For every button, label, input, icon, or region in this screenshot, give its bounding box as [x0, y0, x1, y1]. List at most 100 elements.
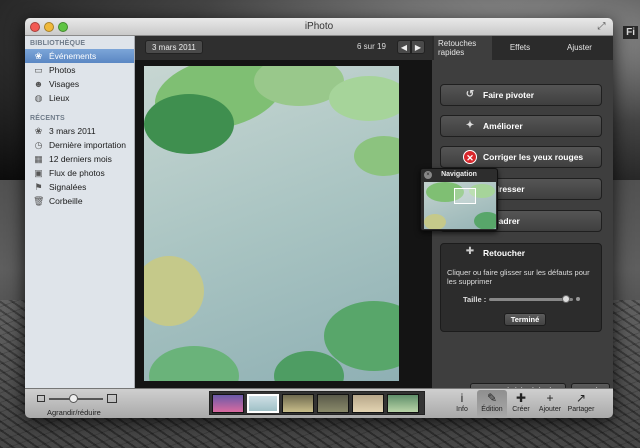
rotate-button-label: Faire pivoter — [483, 90, 535, 100]
red-eye-icon: ✕ — [463, 150, 477, 164]
recent-section-header: RÉCENTS — [30, 115, 65, 122]
share-label: Partager — [567, 406, 595, 413]
navigation-popup[interactable]: × Navigation — [420, 168, 498, 231]
brush-size-slider-knob[interactable] — [562, 295, 571, 303]
filmstrip — [209, 391, 425, 415]
share-button[interactable]: ↗ Partager — [566, 390, 596, 418]
sidebar-item-label: Dernière importation — [49, 140, 127, 150]
lily-pad — [329, 76, 399, 121]
lily-pad — [474, 212, 496, 229]
title-bar: iPhoto ⤢ — [25, 18, 613, 36]
lily-pad — [149, 346, 239, 381]
tab-effects[interactable]: Effets — [494, 36, 546, 60]
sidebar-item-photos[interactable]: ▭ Photos — [25, 63, 134, 77]
filmstrip-thumbnail[interactable] — [282, 394, 314, 413]
zoom-out-icon[interactable] — [37, 395, 45, 402]
red-eye-button[interactable]: ✕ Corriger les yeux rouges — [440, 146, 602, 168]
sidebar-item-photostream[interactable]: ▣ Flux de photos — [25, 166, 134, 180]
photos-icon: ▭ — [34, 65, 43, 75]
library-section-header: BIBLIOTHÈQUE — [30, 40, 86, 47]
sidebar-item-faces[interactable]: ☻ Visages — [25, 77, 134, 91]
filmstrip-thumbnail-current[interactable] — [247, 394, 279, 413]
desktop-finder-label: Fi — [623, 26, 638, 39]
previous-photo-button[interactable]: ◀ — [397, 40, 411, 54]
import-icon: ◷ — [34, 140, 43, 150]
create-icon: ✚ — [515, 391, 527, 405]
brush-size-label: Taille : — [463, 295, 487, 304]
sidebar-item-label: Visages — [49, 79, 80, 89]
sidebar-item-flagged[interactable]: ⚑ Signalées — [25, 180, 134, 194]
sidebar-item-label: Signalées — [49, 182, 87, 192]
sidebar-item-events[interactable]: ❀ Événements — [25, 49, 134, 63]
brush-size-dot-icon — [576, 297, 580, 301]
flag-icon: ⚑ — [34, 182, 43, 192]
sidebar-item-trash[interactable]: 🗑 Corbeille — [25, 194, 134, 208]
event-date-button[interactable]: 3 mars 2011 — [145, 40, 203, 54]
filmstrip-thumbnail[interactable] — [352, 394, 384, 413]
retouch-instructions: Cliquer ou faire glisser sur les défauts… — [447, 268, 590, 286]
brush-size-slider[interactable] — [489, 295, 573, 303]
iphoto-window: iPhoto ⤢ BIBLIOTHÈQUE ❀ Événements ▭ Pho… — [25, 18, 613, 418]
enhance-button-label: Améliorer — [483, 121, 523, 131]
zoom-slider[interactable] — [49, 394, 103, 403]
red-eye-button-label: Corriger les yeux rouges — [483, 152, 584, 162]
filmstrip-thumbnail[interactable] — [387, 394, 419, 413]
sidebar-item-label: Corbeille — [49, 196, 83, 206]
create-label: Créer — [512, 406, 530, 413]
lily-pad — [354, 136, 399, 176]
window-title: iPhoto — [304, 21, 334, 32]
sidebar-item-recent-event[interactable]: ❀ 3 mars 2011 — [25, 124, 134, 138]
sidebar-item-label: Lieux — [49, 93, 70, 103]
bottom-toolbar: Agrandir/réduire i Info ✎ Édition ✚ Crée… — [25, 388, 613, 418]
edit-pencil-icon: ✎ — [486, 391, 498, 405]
filmstrip-thumbnail[interactable] — [317, 394, 349, 413]
lily-pad — [424, 214, 446, 229]
lily-pad — [144, 94, 234, 154]
sidebar-item-label: Photos — [49, 65, 76, 75]
edit-button[interactable]: ✎ Édition — [477, 390, 507, 418]
viewer-toolbar: 3 mars 2011 6 sur 19 ◀ ▶ — [135, 36, 432, 60]
create-button[interactable]: ✚ Créer — [506, 390, 536, 418]
globe-icon: ◍ — [34, 93, 43, 103]
enhance-icon: ✦ — [465, 120, 475, 131]
sidebar-item-label: Flux de photos — [49, 168, 105, 178]
rotate-icon: ↺ — [465, 89, 475, 100]
add-to-button[interactable]: + Ajouter — [535, 390, 565, 418]
add-label: Ajouter — [538, 406, 562, 413]
zoom-label: Agrandir/réduire — [47, 408, 101, 417]
zoom-in-icon[interactable] — [107, 394, 117, 403]
edit-tabs: Retouches rapides Effets Ajuster — [432, 36, 613, 60]
sidebar-item-label: 12 derniers mois — [49, 154, 112, 164]
lily-pad-photo[interactable] — [144, 66, 399, 381]
navigation-thumbnail[interactable] — [424, 182, 496, 229]
sidebar-item-label: Événements — [49, 51, 97, 61]
chevron-left-icon: ◀ — [400, 43, 408, 52]
trash-icon: 🗑 — [33, 196, 45, 206]
tab-quick-fixes[interactable]: Retouches rapides — [434, 36, 492, 60]
sidebar-item-last-12-months[interactable]: ▦ 12 derniers mois — [25, 152, 134, 166]
sidebar-item-places[interactable]: ◍ Lieux — [25, 91, 134, 105]
sidebar: BIBLIOTHÈQUE ❀ Événements ▭ Photos ☻ Vis… — [25, 36, 135, 388]
photo-viewer — [135, 60, 432, 388]
zoom-slider-knob[interactable] — [69, 394, 79, 403]
lily-pad — [144, 256, 204, 326]
calendar-icon: ▦ — [34, 154, 43, 164]
filmstrip-thumbnail[interactable] — [212, 394, 244, 413]
rotate-button[interactable]: ↺ Faire pivoter — [440, 84, 602, 106]
info-button[interactable]: i Info — [447, 390, 477, 418]
add-icon: + — [546, 391, 554, 405]
photostream-icon: ▣ — [34, 168, 43, 178]
tab-adjust[interactable]: Ajuster — [548, 36, 611, 60]
navigation-popup-title: Navigation — [441, 171, 477, 178]
info-label: Info — [456, 406, 468, 413]
sidebar-item-last-import[interactable]: ◷ Dernière importation — [25, 138, 134, 152]
done-button[interactable]: Terminé — [504, 313, 546, 326]
navigation-viewport-indicator[interactable] — [454, 188, 476, 204]
fullscreen-icon[interactable]: ⤢ — [596, 21, 607, 32]
share-icon: ↗ — [575, 391, 587, 405]
sidebar-item-label: 3 mars 2011 — [49, 126, 96, 136]
enhance-button[interactable]: ✦ Améliorer — [440, 115, 602, 137]
photo-counter: 6 sur 19 — [357, 42, 386, 51]
next-photo-button[interactable]: ▶ — [411, 40, 425, 54]
faces-icon: ☻ — [33, 79, 44, 89]
